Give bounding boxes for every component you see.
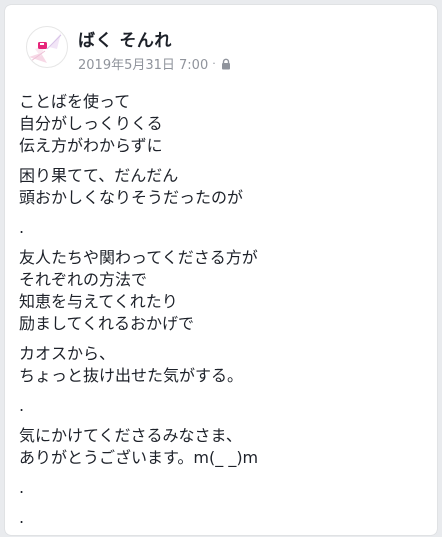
paragraph-3: 友人たちや関わってくださる方が それぞれの方法で 知恵を与えてくれたり 励まして…	[19, 247, 429, 335]
paragraph-5: 気にかけてくださるみなさま、 ありがとうございます。m(_ _)m	[19, 425, 429, 469]
text-line: それぞれの方法で	[19, 270, 148, 289]
text-line: 知恵を与えてくれたり	[19, 292, 178, 311]
meta-separator: ·	[212, 57, 216, 70]
dot-separator: .	[19, 218, 25, 237]
text-line: ことばを使って	[19, 92, 131, 111]
dot-separator: .	[19, 478, 25, 497]
post-card: ばく そんれ 2019年5月31日 7:00 · ことばを使って 自分がしっくり…	[5, 5, 437, 535]
text-line: 友人たちや関わってくださる方が	[19, 248, 258, 267]
text-line: 頭おかしくなりそうだったのが	[19, 188, 244, 207]
text-line: 困り果てて、だんだん	[19, 166, 179, 185]
avatar-image	[29, 33, 62, 63]
text-line: 伝え方がわからずに	[19, 136, 163, 155]
paragraph-1: ことばを使って 自分がしっくりくる 伝え方がわからずに	[19, 91, 429, 157]
post-header: ばく そんれ 2019年5月31日 7:00 ·	[5, 5, 437, 75]
text-line: ありがとうございます。m(_ _)m	[19, 448, 259, 467]
post-meta: 2019年5月31日 7:00 ·	[78, 54, 232, 73]
text-line: カオスから、	[19, 344, 116, 363]
paragraph-2: 困り果てて、だんだん 頭おかしくなりそうだったのが	[19, 165, 429, 209]
text-line: 自分がしっくりくる	[19, 114, 163, 133]
lock-icon[interactable]	[220, 58, 232, 70]
text-line: ちょっと抜け出せた気がする。	[19, 366, 244, 385]
author-name[interactable]: ばく そんれ	[78, 26, 172, 51]
text-line: 気にかけてくださるみなさま、	[19, 426, 242, 445]
dot-separator: .	[19, 508, 25, 527]
text-line: 励ましてくれるおかげで	[19, 314, 195, 333]
post-timestamp[interactable]: 2019年5月31日 7:00	[78, 54, 208, 73]
post-body: ことばを使って 自分がしっくりくる 伝え方がわからずに 困り果てて、だんだん 頭…	[19, 91, 429, 537]
avatar[interactable]	[26, 26, 68, 68]
paragraph-4: カオスから、 ちょっと抜け出せた気がする。	[19, 343, 429, 387]
dot-separator: .	[19, 396, 25, 415]
